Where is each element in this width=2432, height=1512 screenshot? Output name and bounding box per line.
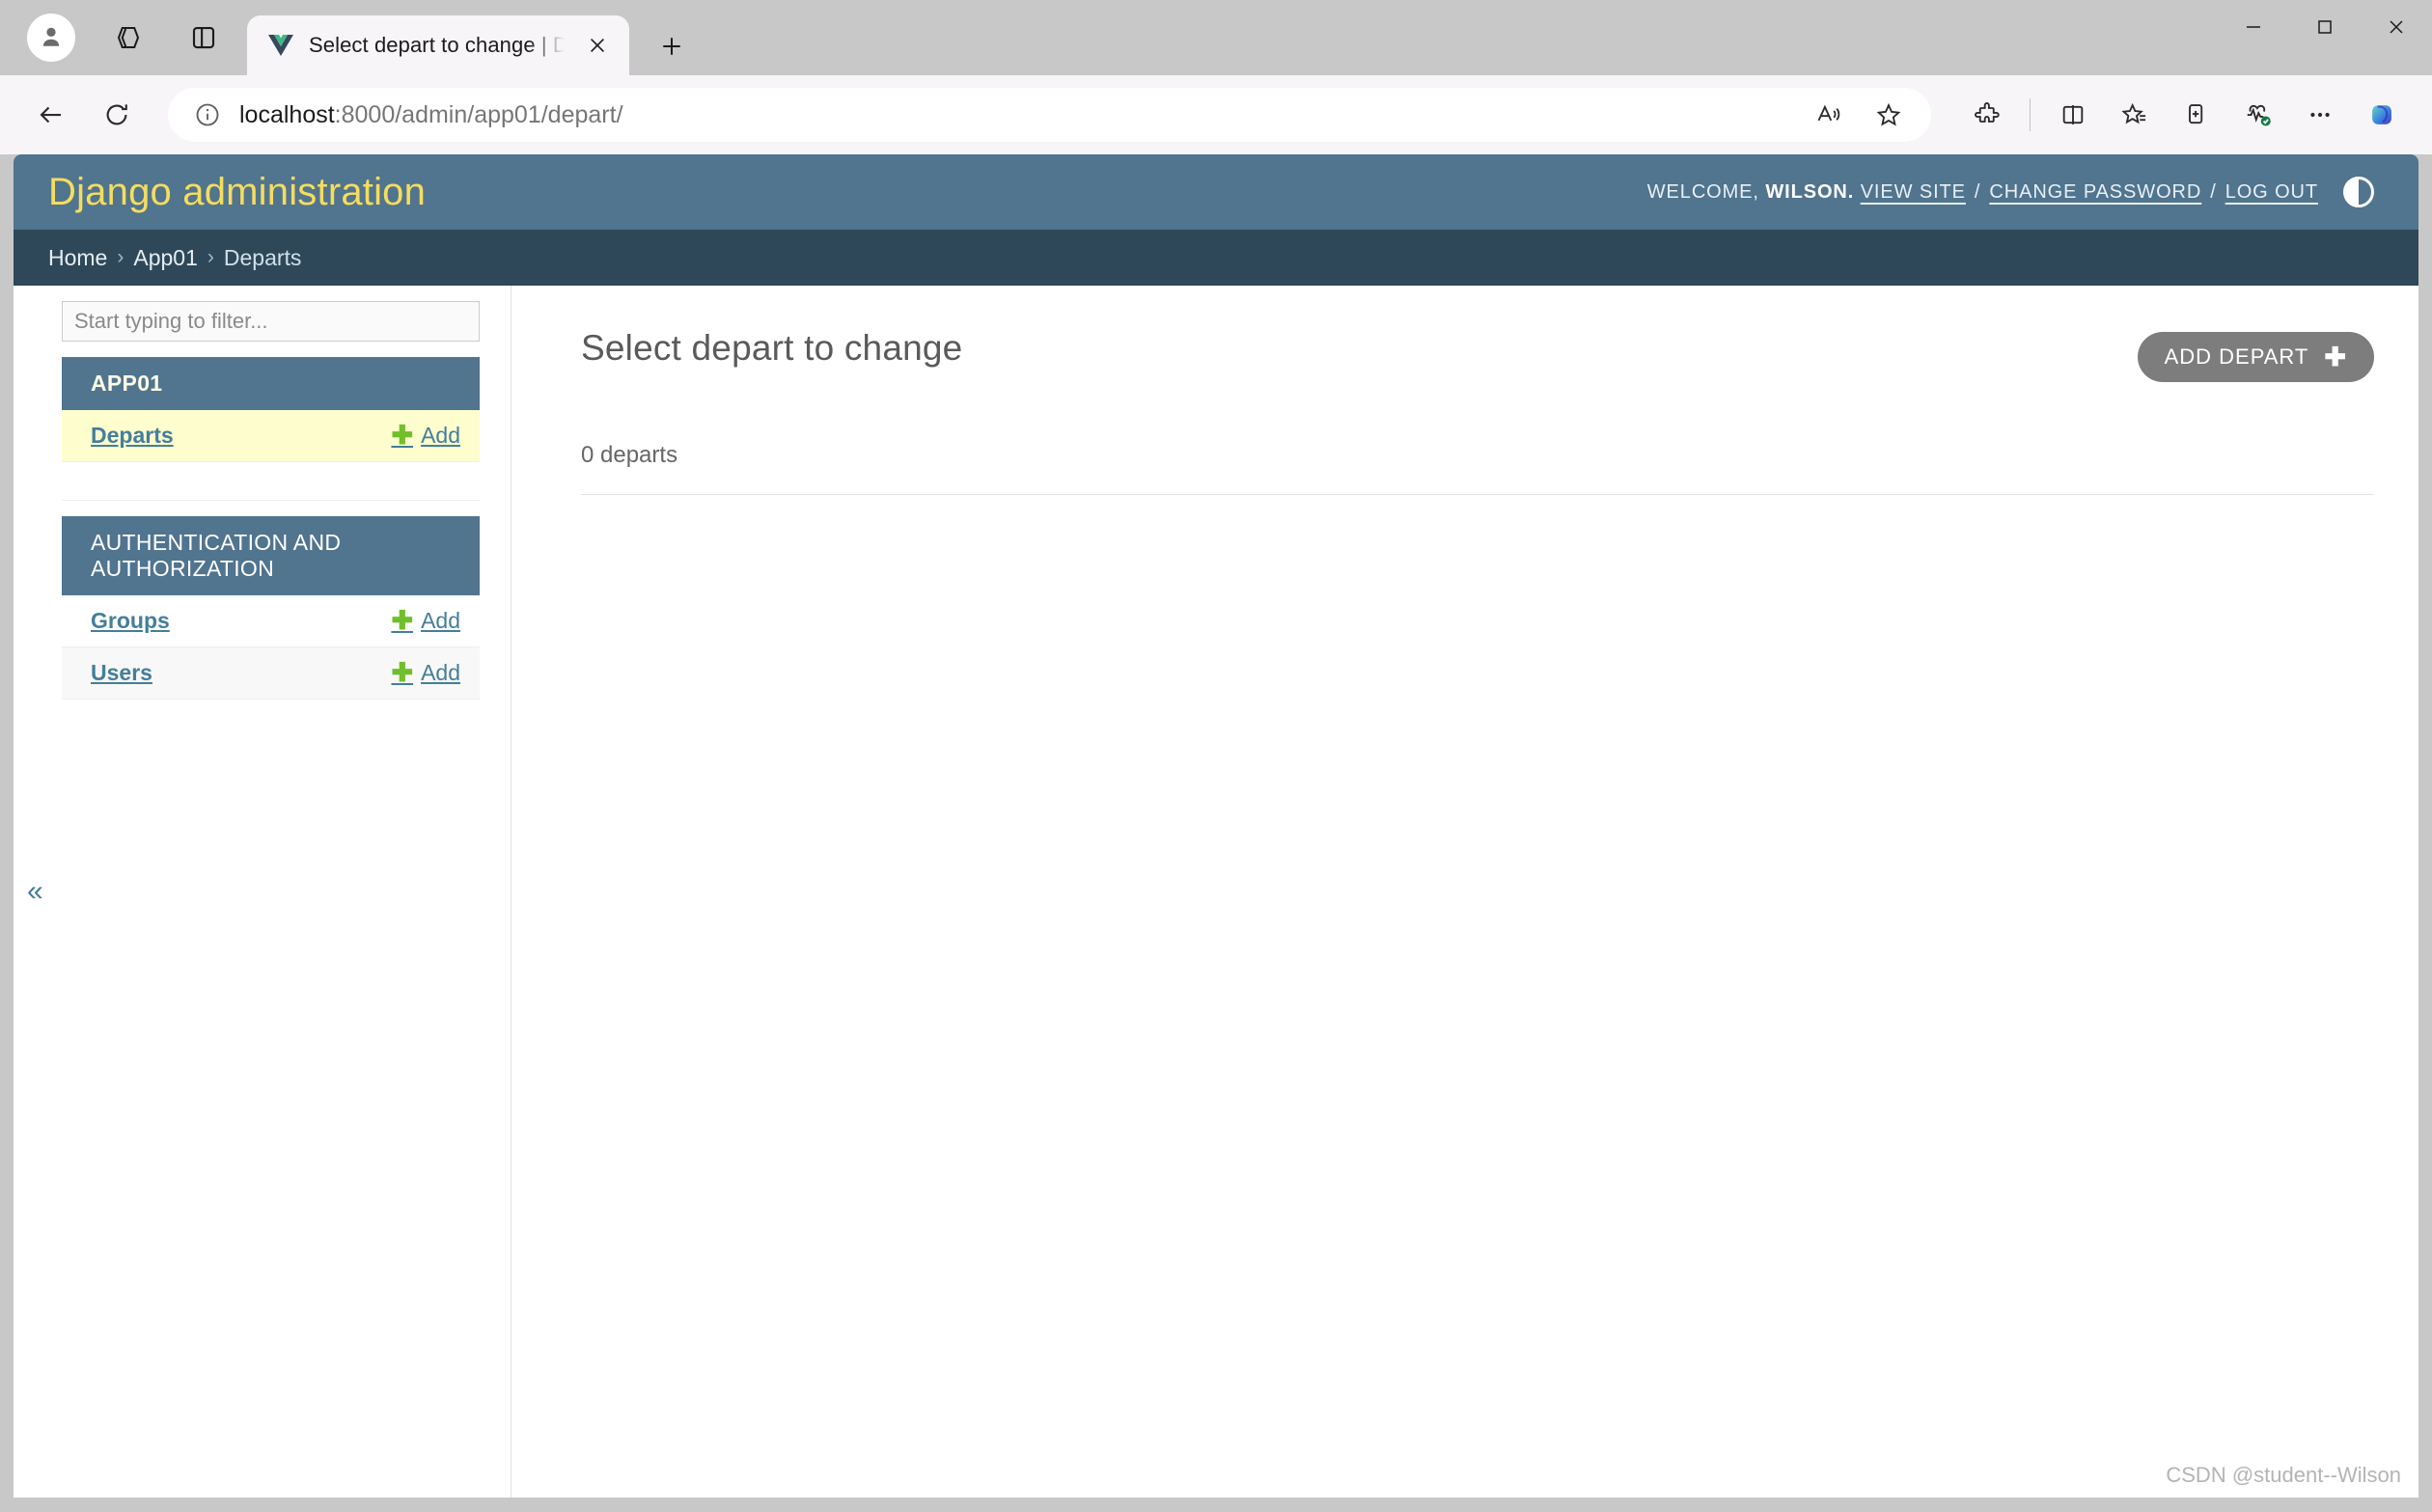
favorite-star-icon[interactable]: [1864, 90, 1914, 140]
address-bar-actions: [1804, 90, 1914, 140]
sidebar-add-users[interactable]: ✚ Add: [391, 660, 460, 686]
breadcrumb: Home › App01 › Departs: [14, 230, 2418, 286]
vue-logo-icon: [266, 31, 295, 60]
add-depart-button[interactable]: ADD DEPART ✚: [2138, 332, 2374, 382]
plus-icon: ✚: [391, 660, 413, 686]
sidebar-add-departs-label: Add: [421, 423, 460, 449]
sidebar-add-groups-label: Add: [421, 608, 460, 634]
admin-sidebar: APP01 Departs ✚ Add AUTHENTICATION AND A…: [14, 286, 511, 1498]
user-tools: WELCOME, WILSON. VIEW SITE / CHANGE PASS…: [1647, 177, 2374, 207]
usertools-separator-1: /: [1966, 181, 1989, 204]
username-label: WILSON.: [1765, 181, 1854, 204]
page-body: APP01 Departs ✚ Add AUTHENTICATION AND A…: [14, 286, 2418, 1498]
toolbar-divider: [2030, 98, 2031, 131]
main-content: Select depart to change ADD DEPART ✚ 0 d…: [511, 286, 2418, 1498]
collections-icon[interactable]: [2110, 90, 2160, 140]
new-tab-button[interactable]: [643, 17, 701, 75]
breadcrumb-app01[interactable]: App01: [133, 245, 198, 271]
address-bar-url: localhost:8000/admin/app01/depart/: [226, 101, 1804, 129]
log-out-link[interactable]: LOG OUT: [2225, 181, 2318, 204]
plus-icon: ✚: [391, 423, 413, 449]
sidebar-item-groups-label[interactable]: Groups: [91, 608, 170, 634]
maximize-button[interactable]: [2289, 0, 2361, 54]
split-screen-icon[interactable]: [2048, 90, 2098, 140]
add-depart-button-label: ADD DEPART: [2165, 344, 2309, 370]
back-arrow-icon[interactable]: [21, 85, 81, 145]
extensions-icon[interactable]: [1962, 90, 2012, 140]
settings-more-icon[interactable]: [2295, 90, 2345, 140]
url-host: localhost: [239, 101, 335, 128]
app-module-auth: AUTHENTICATION AND AUTHORIZATION Groups …: [14, 516, 511, 700]
sidebar-item-groups[interactable]: Groups ✚ Add: [62, 595, 480, 647]
plus-icon: ✚: [2324, 344, 2347, 371]
app-module-app01: APP01 Departs ✚ Add: [14, 357, 511, 462]
browser-tab[interactable]: Select depart to change | Django: [247, 15, 629, 75]
address-bar[interactable]: localhost:8000/admin/app01/depart/: [168, 88, 1931, 142]
toolbar-right-icons: [1950, 90, 2407, 140]
watermark: CSDN @student--Wilson: [2166, 1463, 2401, 1488]
breadcrumb-current: Departs: [224, 245, 302, 271]
sidebar-add-groups[interactable]: ✚ Add: [391, 608, 460, 634]
sidebar-add-users-label: Add: [421, 660, 460, 686]
browser-tab-title: Select depart to change | Django: [309, 33, 567, 58]
sidebar-module-gap: [62, 462, 480, 501]
sidebar-item-departs-label[interactable]: Departs: [91, 423, 174, 449]
site-info-icon[interactable]: [189, 96, 226, 133]
tab-actions-icon[interactable]: [181, 15, 226, 60]
browser-essentials-icon[interactable]: [2233, 90, 2283, 140]
app-caption-app01[interactable]: APP01: [62, 357, 480, 410]
page-title: Select depart to change: [581, 328, 962, 369]
read-aloud-icon[interactable]: [1804, 90, 1854, 140]
profile-icon[interactable]: [27, 14, 75, 62]
content-header: Select depart to change ADD DEPART ✚: [581, 328, 2374, 382]
nav-filter-wrapper: [14, 301, 511, 342]
sidebar-item-users[interactable]: Users ✚ Add: [62, 647, 480, 700]
plus-icon: ✚: [391, 608, 413, 634]
breadcrumb-home[interactable]: Home: [48, 245, 107, 271]
browser-window: Select depart to change | Django: [0, 0, 2432, 1512]
tab-strip-left-icons: [14, 0, 247, 75]
window-controls: [2218, 0, 2432, 54]
minimize-button[interactable]: [2218, 0, 2289, 54]
result-count: 0 departs: [581, 442, 2374, 495]
welcome-prefix: WELCOME,: [1647, 181, 1759, 204]
breadcrumb-separator-1: ›: [117, 246, 124, 269]
url-path: :8000/admin/app01/depart/: [335, 101, 623, 128]
sidebar-collapse-toggle[interactable]: «: [27, 877, 43, 906]
sidebar-add-departs[interactable]: ✚ Add: [391, 423, 460, 449]
close-window-button[interactable]: [2361, 0, 2432, 54]
workspaces-icon[interactable]: [106, 15, 151, 60]
breadcrumb-separator-2: ›: [207, 246, 214, 269]
site-branding[interactable]: Django administration: [48, 171, 426, 214]
browser-tab-strip: Select depart to change | Django: [0, 0, 2432, 75]
sidebar-item-departs[interactable]: Departs ✚ Add: [62, 410, 480, 462]
page-viewport: Django administration WELCOME, WILSON. V…: [14, 154, 2418, 1498]
change-password-link[interactable]: CHANGE PASSWORD: [1989, 181, 2201, 204]
app-caption-auth[interactable]: AUTHENTICATION AND AUTHORIZATION: [62, 516, 480, 595]
results-container: 0 departs: [581, 442, 2374, 495]
sidebar-filter-input[interactable]: [62, 301, 480, 342]
browser-toolbar: localhost:8000/admin/app01/depart/: [0, 75, 2432, 154]
add-tab-group-icon[interactable]: [2171, 90, 2222, 140]
reload-icon[interactable]: [87, 85, 147, 145]
theme-toggle-icon[interactable]: [2343, 177, 2374, 207]
sidebar-item-users-label[interactable]: Users: [91, 660, 152, 686]
usertools-separator-2: /: [2201, 181, 2225, 204]
copilot-icon[interactable]: [2357, 90, 2407, 140]
close-tab-icon[interactable]: [581, 29, 614, 62]
django-header: Django administration WELCOME, WILSON. V…: [14, 154, 2418, 230]
view-site-link[interactable]: VIEW SITE: [1861, 181, 1966, 204]
